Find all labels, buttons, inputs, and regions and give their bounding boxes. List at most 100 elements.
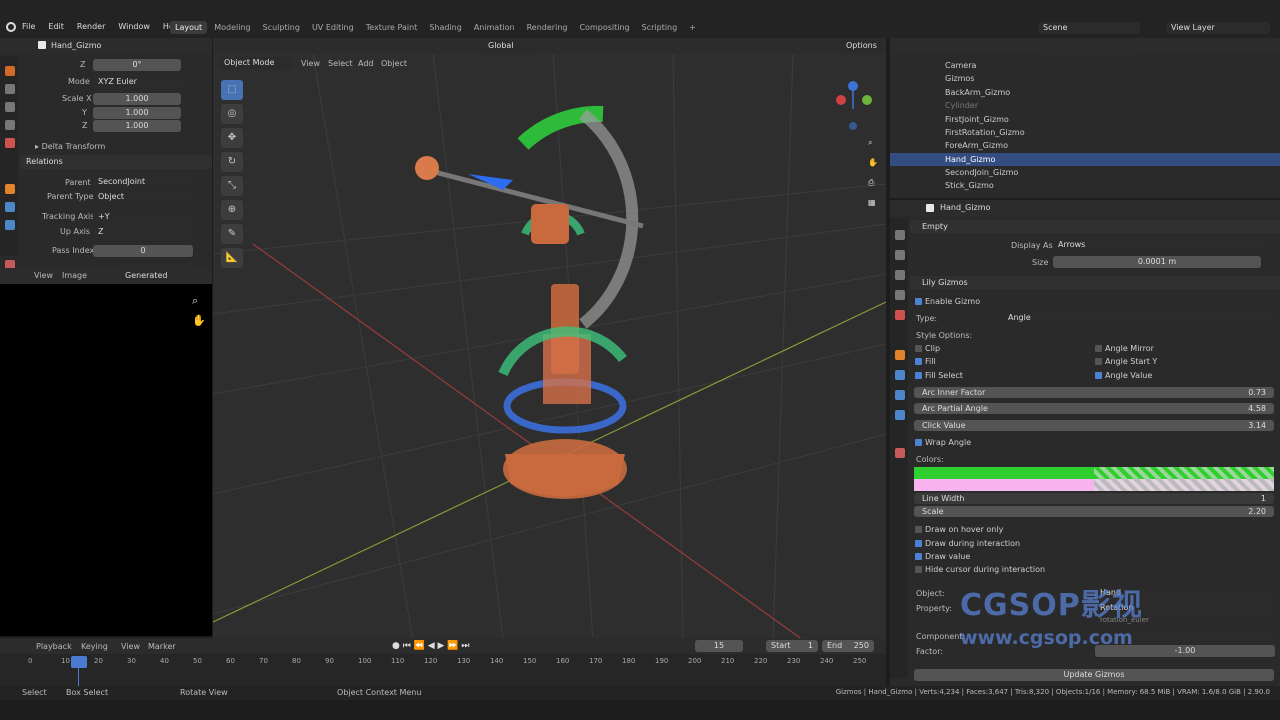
- tab-compositing[interactable]: Compositing: [574, 21, 634, 34]
- scale-z-field[interactable]: 1.000: [93, 120, 181, 132]
- angle-mirror-checkbox[interactable]: Angle Mirror: [1095, 342, 1154, 355]
- color-swatch-pink[interactable]: [914, 479, 1094, 491]
- image-editor-image-menu[interactable]: Image: [62, 271, 87, 280]
- rotation-z-field[interactable]: 0°: [93, 59, 181, 71]
- scale-y-field[interactable]: 1.000: [93, 107, 181, 119]
- render-props-tab-icon[interactable]: [895, 250, 905, 260]
- constraints-tab-icon[interactable]: [5, 220, 15, 230]
- hide-cursor-checkbox[interactable]: Hide cursor during interaction: [915, 563, 1045, 576]
- scene-props-tab-icon[interactable]: [895, 310, 905, 320]
- scale-tool-icon[interactable]: ⤡: [221, 176, 243, 196]
- menu-render[interactable]: Render: [77, 22, 105, 31]
- outliner-search[interactable]: [1040, 40, 1132, 52]
- cursor-tool-icon[interactable]: ◎: [221, 104, 243, 124]
- outliner-item-forearm[interactable]: ForeArm_Gizmo: [945, 140, 1008, 152]
- draw-hover-checkbox[interactable]: Draw on hover only: [915, 523, 1003, 536]
- outliner-item-stick[interactable]: Stick_Gizmo: [945, 180, 994, 192]
- outliner-item-firstrotation[interactable]: FirstRotation_Gizmo: [945, 127, 1025, 139]
- image-selector[interactable]: Generated Image: [120, 270, 198, 292]
- playback-menu[interactable]: Playback: [36, 642, 72, 651]
- viewport-add-menu[interactable]: Add: [358, 59, 374, 68]
- tab-shading[interactable]: Shading: [424, 21, 467, 34]
- color-swatch-green-alpha[interactable]: [1094, 467, 1274, 479]
- color-swatch-green[interactable]: [914, 467, 1094, 479]
- tracking-axis-dropdown[interactable]: +Y: [93, 211, 193, 223]
- image-editor-view-menu[interactable]: View: [34, 271, 53, 280]
- data-props-tab-icon[interactable]: [895, 410, 905, 420]
- physics-tab-icon[interactable]: [5, 202, 15, 212]
- lily-gizmos-panel-header[interactable]: Lily Gizmos: [910, 276, 1280, 289]
- fill-checkbox[interactable]: Fill: [915, 355, 936, 368]
- tab-sculpting[interactable]: Sculpting: [258, 21, 305, 34]
- object-mode-dropdown[interactable]: Object Mode: [219, 57, 293, 69]
- viewport-view-menu[interactable]: View: [301, 59, 320, 68]
- update-gizmos-button[interactable]: Update Gizmos: [914, 669, 1274, 681]
- outliner-item-secondjoin[interactable]: SecondJoin_Gizmo: [945, 167, 1018, 179]
- output-props-tab-icon[interactable]: [895, 270, 905, 280]
- parent-type-dropdown[interactable]: Object: [93, 191, 193, 203]
- arc-partial-angle-slider[interactable]: Arc Partial Angle 4.58: [914, 403, 1274, 414]
- tool-tab-icon[interactable]: [895, 230, 905, 240]
- playback-controls-icon[interactable]: ● ⏮ ⏪ ◀ ▶ ⏩ ⏭: [392, 641, 469, 651]
- tab-modeling[interactable]: Modeling: [209, 21, 255, 34]
- render-tab-icon[interactable]: [5, 84, 15, 94]
- keying-menu[interactable]: Keying: [81, 642, 108, 651]
- viewport-select-menu[interactable]: Select: [328, 59, 353, 68]
- outliner-item-hand[interactable]: Hand_Gizmo: [945, 154, 995, 166]
- move-tool-icon[interactable]: ✥: [221, 128, 243, 148]
- tab-texture-paint[interactable]: Texture Paint: [361, 21, 423, 34]
- view-layer-selector[interactable]: View Layer: [1166, 22, 1270, 34]
- clip-checkbox[interactable]: Clip: [915, 342, 940, 355]
- select-tool-icon[interactable]: ⬚: [221, 80, 243, 100]
- menu-edit[interactable]: Edit: [48, 22, 64, 31]
- scene-selector[interactable]: Scene: [1038, 22, 1140, 34]
- delta-transform-panel[interactable]: ▸ Delta Transform: [35, 142, 105, 151]
- arc-inner-factor-slider[interactable]: Arc Inner Factor 0.73: [914, 387, 1274, 398]
- pass-index-field[interactable]: 0: [93, 245, 193, 257]
- ortho-toggle-icon[interactable]: ▦: [868, 198, 876, 207]
- angle-start-y-checkbox[interactable]: Angle Start Y: [1095, 355, 1157, 368]
- timeline-view-menu[interactable]: View: [121, 642, 140, 651]
- draw-value-checkbox[interactable]: Draw value: [915, 550, 970, 563]
- angle-value-checkbox[interactable]: Angle Value: [1095, 369, 1152, 382]
- world-tab-icon[interactable]: [5, 138, 15, 148]
- outliner-item-firstjoint[interactable]: FirstJoint_Gizmo: [945, 114, 1009, 126]
- rotation-mode-dropdown[interactable]: XYZ Euler: [93, 76, 183, 88]
- rotate-tool-icon[interactable]: ↻: [221, 152, 243, 172]
- up-axis-dropdown[interactable]: Z: [93, 226, 193, 238]
- scene-tab-icon[interactable]: [5, 120, 15, 130]
- current-frame-field[interactable]: 15: [695, 640, 743, 652]
- blender-logo-icon[interactable]: [6, 22, 16, 32]
- menu-file[interactable]: File: [22, 22, 35, 31]
- texture-props-tab-icon[interactable]: [895, 448, 905, 458]
- add-workspace-icon[interactable]: +: [684, 21, 701, 34]
- enable-gizmo-checkbox[interactable]: Enable Gizmo: [915, 295, 980, 308]
- timeline-ruler[interactable]: 0 10 20 30 40 50 60 70 80 90 100 110 120 130 140 150 160…: [0, 656, 886, 668]
- parent-field[interactable]: SecondJoint: [93, 176, 193, 188]
- transform-tool-icon[interactable]: ⊕: [221, 200, 243, 220]
- menu-window[interactable]: Window: [118, 22, 150, 31]
- object-tab-icon[interactable]: [5, 66, 15, 76]
- tab-scripting[interactable]: Scripting: [637, 21, 683, 34]
- color-swatch-pink-alpha[interactable]: [1094, 479, 1274, 491]
- playhead[interactable]: [71, 656, 87, 668]
- tab-uv-editing[interactable]: UV Editing: [307, 21, 359, 34]
- fill-select-checkbox[interactable]: Fill Select: [915, 369, 963, 382]
- measure-tool-icon[interactable]: 📐: [221, 248, 243, 268]
- click-value-slider[interactable]: Click Value 3.14: [914, 420, 1274, 431]
- object-props-tab-icon[interactable]: [895, 350, 905, 360]
- zoom-icon[interactable]: ⌕: [192, 294, 198, 308]
- annotate-tool-icon[interactable]: ✎: [221, 224, 243, 244]
- output-tab-icon[interactable]: [5, 102, 15, 112]
- constraints-props-tab-icon[interactable]: [895, 390, 905, 400]
- options-dropdown[interactable]: Options: [841, 40, 883, 52]
- size-field[interactable]: 0.0001 m: [1053, 256, 1261, 268]
- line-width-slider[interactable]: Line Width 1: [914, 493, 1274, 504]
- end-frame-field[interactable]: End 250: [822, 640, 874, 652]
- tab-rendering[interactable]: Rendering: [522, 21, 573, 34]
- tab-animation[interactable]: Animation: [469, 21, 520, 34]
- outliner-item-backarm[interactable]: BackArm_Gizmo: [945, 87, 1010, 99]
- view-layer-tab-icon[interactable]: [895, 290, 905, 300]
- 3d-viewport[interactable]: Object Mode View Select Add Object ⬚ ◎ ✥…: [213, 54, 886, 640]
- scale-slider[interactable]: Scale 2.20: [914, 506, 1274, 517]
